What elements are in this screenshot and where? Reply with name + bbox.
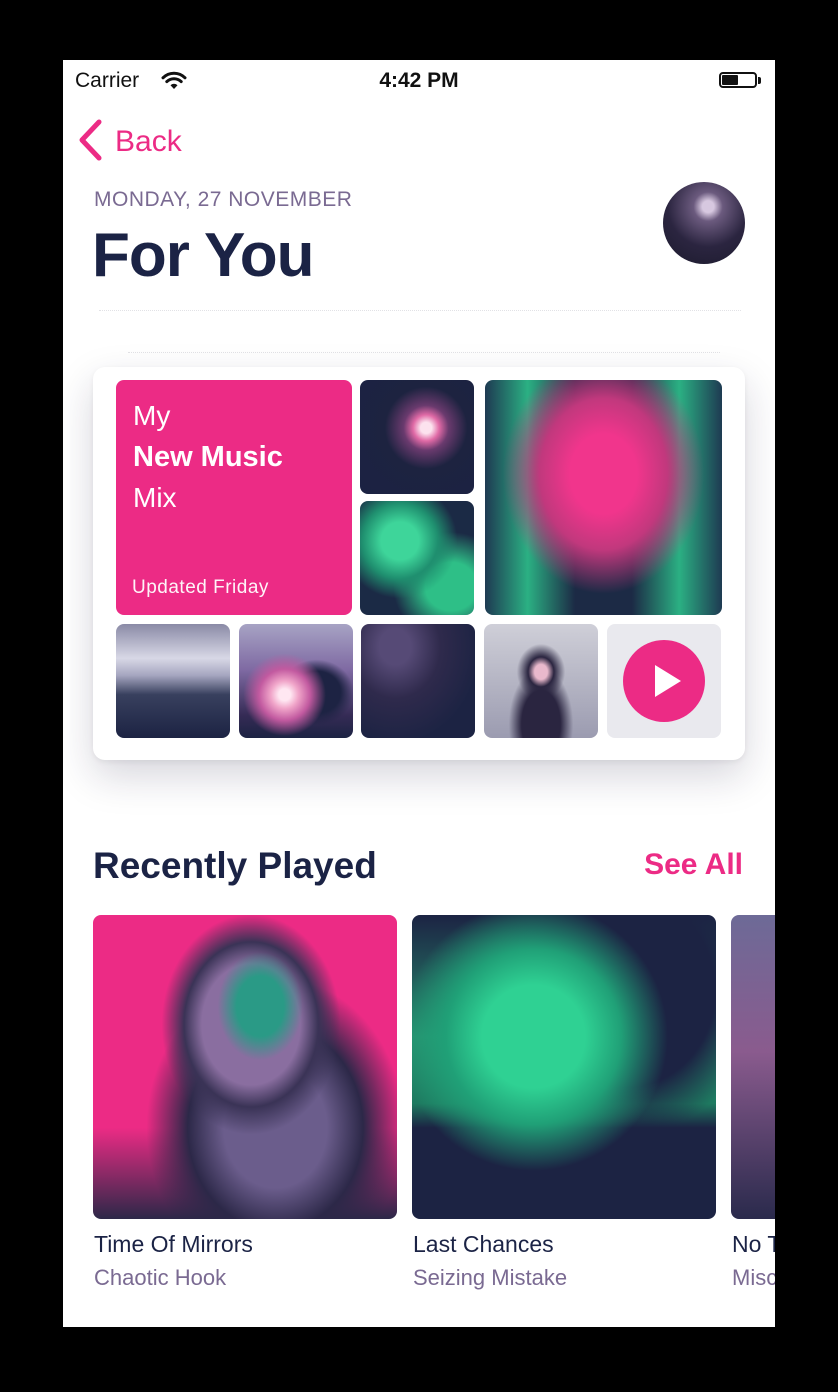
album-art-thumb	[361, 624, 475, 738]
album-art	[93, 915, 397, 1219]
play-icon	[655, 665, 681, 697]
back-button[interactable]: Back	[77, 118, 182, 167]
album-art-thumb	[360, 501, 474, 615]
see-all-link[interactable]: See All	[644, 848, 743, 882]
album-art-thumb	[484, 624, 598, 738]
album-card[interactable]: Time Of Mirrors Chaotic Hook	[93, 915, 397, 1290]
album-card[interactable]: No T Misc	[731, 915, 775, 1290]
album-art	[412, 915, 716, 1219]
back-label: Back	[115, 125, 182, 158]
mix-title-tile[interactable]: My New Music Mix Updated Friday	[116, 380, 352, 615]
play-button[interactable]	[623, 640, 705, 722]
album-art-thumb	[239, 624, 353, 738]
mix-title-line3: Mix	[133, 482, 177, 513]
album-artist: Misc	[732, 1265, 775, 1290]
album-card[interactable]: Last Chances Seizing Mistake	[412, 915, 716, 1290]
album-art-thumb	[360, 380, 474, 494]
divider	[128, 352, 720, 353]
album-title: No T	[732, 1231, 775, 1257]
status-bar: Carrier 4:42 PM	[63, 60, 775, 100]
status-time: 4:42 PM	[379, 69, 459, 92]
album-art	[731, 915, 775, 1219]
screen: Carrier 4:42 PM Back MONDAY, 27 NOVEMBER…	[63, 60, 775, 1327]
new-music-mix-card[interactable]: My New Music Mix Updated Friday	[93, 367, 745, 760]
battery-icon	[719, 72, 763, 90]
chevron-left-icon	[77, 118, 103, 167]
mix-updated-label: Updated Friday	[132, 577, 269, 598]
album-title: Last Chances	[413, 1231, 554, 1257]
mix-title-line1: My	[133, 400, 171, 431]
album-artist: Chaotic Hook	[94, 1265, 227, 1290]
divider	[99, 310, 741, 311]
play-tile	[607, 624, 721, 738]
album-title: Time Of Mirrors	[94, 1231, 253, 1257]
recently-played-heading: Recently Played	[93, 845, 377, 886]
album-artist: Seizing Mistake	[413, 1265, 568, 1290]
album-art-thumb	[485, 380, 722, 615]
page-title: For You	[92, 221, 314, 290]
date-label: MONDAY, 27 NOVEMBER	[94, 188, 353, 211]
album-art-thumb	[116, 624, 230, 738]
mix-title-line2: New Music	[133, 441, 283, 473]
avatar[interactable]	[663, 182, 745, 264]
